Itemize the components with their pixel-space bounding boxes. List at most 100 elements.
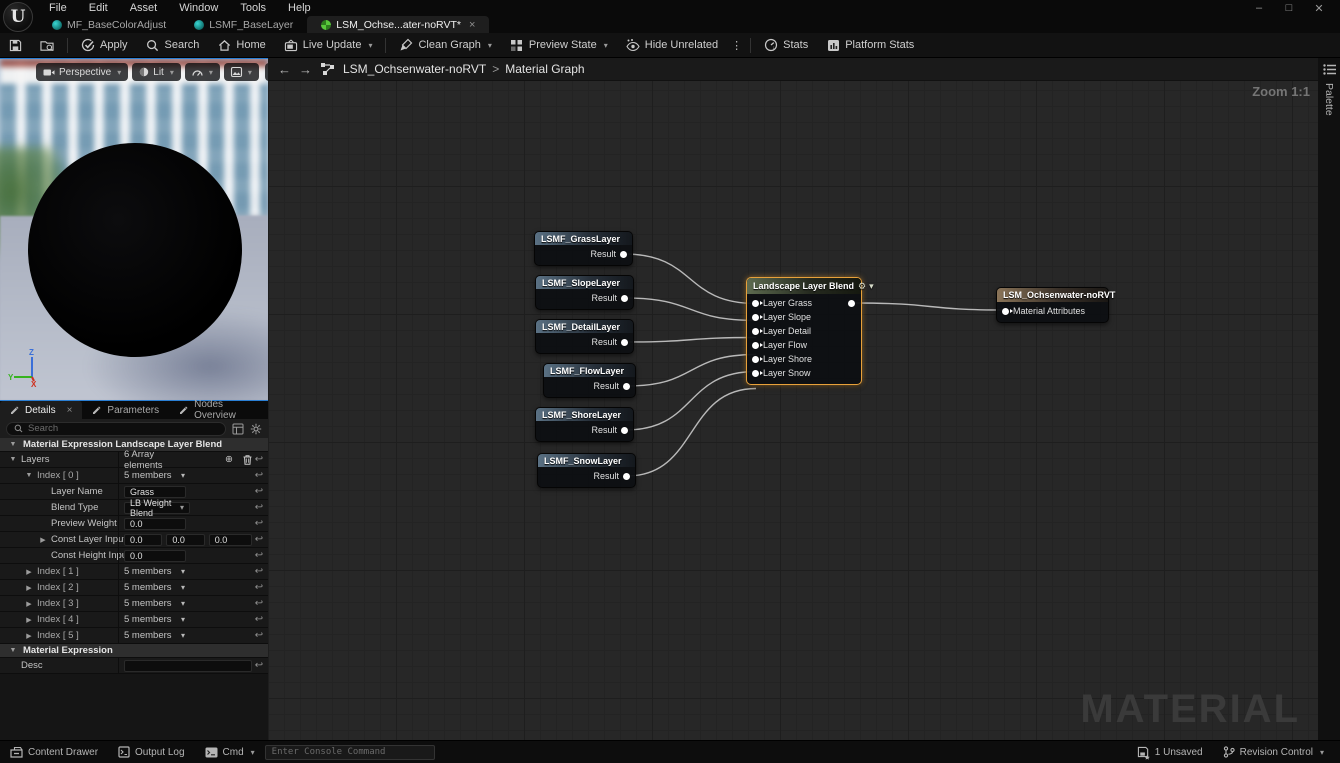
home-button[interactable]: Home xyxy=(208,33,274,58)
revision-control-button[interactable]: Revision Control ▾ xyxy=(1213,741,1340,763)
chevron-down-icon[interactable]: ▾ xyxy=(181,471,185,480)
save-button[interactable] xyxy=(0,33,31,58)
node-collapse-chevron-icon[interactable]: ▾ xyxy=(869,281,874,292)
output-log-button[interactable]: Output Log xyxy=(108,741,194,763)
expander-icon[interactable]: ▶ xyxy=(24,584,34,592)
expander-icon[interactable]: ▶ xyxy=(24,600,34,608)
graph-node-flow[interactable]: LSMF_FlowLayer Result xyxy=(543,363,636,398)
reset-to-default-icon[interactable]: ↩ xyxy=(252,500,266,515)
graph-node-slope[interactable]: LSMF_SlopeLayer Result xyxy=(535,275,634,310)
menu-edit[interactable]: Edit xyxy=(78,1,119,15)
tab-close-icon[interactable]: × xyxy=(469,19,475,31)
input-pin[interactable] xyxy=(752,327,763,335)
reset-to-default-icon[interactable]: ↩ xyxy=(252,532,266,547)
menu-file[interactable]: File xyxy=(38,1,78,15)
reset-to-default-icon[interactable]: ↩ xyxy=(252,548,266,563)
settings-gear-icon[interactable] xyxy=(250,423,262,435)
platform-stats-button[interactable]: Platform Stats xyxy=(817,33,923,58)
graph-node-result[interactable]: LSM_Ochsenwater-noRVT Material Attributes xyxy=(996,287,1115,323)
preview-state-button[interactable]: Preview State ▾ xyxy=(501,33,617,58)
search-button[interactable]: Search xyxy=(137,33,209,58)
expander-icon[interactable]: ▶ xyxy=(24,632,34,640)
reset-to-default-icon[interactable]: ↩ xyxy=(252,580,266,595)
graph-node-blend[interactable]: Landscape Layer Blend ⚙ ▾ Layer Grass Layer … xyxy=(746,277,874,385)
content-drawer-button[interactable]: Content Drawer xyxy=(0,741,108,763)
reset-to-default-icon[interactable]: ↩ xyxy=(252,516,266,531)
asset-tab[interactable]: LSMF_BaseLayer xyxy=(180,16,307,33)
graph-node-shore[interactable]: LSMF_ShoreLayer Result xyxy=(535,407,634,442)
cmd-dropdown[interactable]: Cmd ▾ xyxy=(195,741,265,763)
category-header[interactable]: ▼ Material Expression xyxy=(0,644,268,658)
menu-asset[interactable]: Asset xyxy=(119,1,169,15)
screenshot-dropdown[interactable]: ▾ xyxy=(223,63,259,81)
output-pin[interactable] xyxy=(621,338,628,346)
expander-icon[interactable]: ▶ xyxy=(24,616,34,624)
reset-to-default-icon[interactable]: ↩ xyxy=(252,658,266,673)
vector-component-input[interactable]: 0.0 xyxy=(124,533,163,546)
preview-weight-input[interactable]: 0.0 xyxy=(124,517,186,530)
expander-icon[interactable]: ▶ xyxy=(38,536,48,544)
output-pin[interactable] xyxy=(848,300,855,307)
details-search-input[interactable]: Search xyxy=(6,421,226,436)
close-button[interactable]: ✕ xyxy=(1308,2,1330,15)
stats-button[interactable]: i Stats xyxy=(755,33,817,58)
minimize-button[interactable]: – xyxy=(1248,2,1270,14)
menu-tools[interactable]: Tools xyxy=(229,1,277,15)
browse-asset-button[interactable] xyxy=(31,33,63,58)
graph-node-grass[interactable]: LSMF_GrassLayer Result xyxy=(534,231,633,266)
output-pin[interactable] xyxy=(623,472,630,480)
vector-component-input[interactable]: 0.0 xyxy=(166,533,205,546)
menu-help[interactable]: Help xyxy=(277,1,322,15)
reset-to-default-icon[interactable]: ↩ xyxy=(252,468,266,483)
clean-graph-button[interactable]: Clean Graph ▾ xyxy=(390,33,500,58)
menu-window[interactable]: Window xyxy=(168,1,229,15)
tab-close-icon[interactable]: × xyxy=(67,405,73,416)
chevron-down-icon[interactable]: ▾ xyxy=(181,631,185,640)
nav-back-button[interactable]: ← xyxy=(278,62,291,77)
breadcrumb-page[interactable]: Material Graph xyxy=(505,62,584,76)
reset-to-default-icon[interactable]: ↩ xyxy=(252,564,266,579)
reset-to-default-icon[interactable]: ↩ xyxy=(252,452,266,467)
vector-component-input[interactable]: 0.0 xyxy=(208,533,252,546)
expander-icon[interactable]: ▶ xyxy=(24,568,34,576)
layer-name-input[interactable]: Grass xyxy=(124,485,186,498)
details-tab-nodes-overview[interactable]: Nodes Overview xyxy=(169,399,268,421)
maximize-button[interactable]: □ xyxy=(1278,2,1300,14)
blend-type-select[interactable]: LB Weight Blend ▾ xyxy=(124,498,190,518)
expander-icon[interactable]: ▼ xyxy=(8,456,18,463)
reset-to-default-icon[interactable]: ↩ xyxy=(252,628,266,643)
details-tab-parameters[interactable]: Parameters xyxy=(82,401,169,419)
input-pin[interactable] xyxy=(752,313,763,321)
asset-tab[interactable]: MF_BaseColorAdjust xyxy=(38,16,180,33)
asset-tab[interactable]: LSM_Ochse...ater-noRVT* × xyxy=(307,16,490,33)
breadcrumb-asset[interactable]: LSM_Ochsenwater-noRVT xyxy=(343,62,486,76)
hide-unrelated-options-button[interactable]: ⋮ xyxy=(727,39,746,52)
chevron-down-icon[interactable]: ▾ xyxy=(181,567,185,576)
input-pin[interactable] xyxy=(752,299,763,307)
reset-to-default-icon[interactable]: ↩ xyxy=(252,596,266,611)
nav-forward-button[interactable]: → xyxy=(299,62,312,77)
delete-elements-icon[interactable] xyxy=(243,454,252,465)
input-pin[interactable] xyxy=(752,355,763,363)
hide-unrelated-button[interactable]: Hide Unrelated xyxy=(617,33,727,58)
input-pin[interactable] xyxy=(1002,307,1013,315)
reset-to-default-icon[interactable]: ↩ xyxy=(252,484,266,499)
node-settings-gear-icon[interactable]: ⚙ xyxy=(858,281,866,292)
input-pin[interactable] xyxy=(752,341,763,349)
output-pin[interactable] xyxy=(621,294,628,302)
palette-sidebar-tab[interactable]: Palette xyxy=(1318,58,1340,740)
console-command-input[interactable]: Enter Console Command xyxy=(264,744,435,760)
output-pin[interactable] xyxy=(621,426,628,434)
chevron-down-icon[interactable]: ▾ xyxy=(181,583,185,592)
graph-node-detail[interactable]: LSMF_DetailLayer Result xyxy=(535,319,634,354)
expander-icon[interactable]: ▼ xyxy=(24,472,34,479)
const-height-input-input[interactable]: 0.0 xyxy=(124,549,186,562)
details-tab-details[interactable]: Details × xyxy=(0,401,83,419)
preview-viewport[interactable]: Perspective ▾ Lit ▾ ▾ ▾ Z Y X xyxy=(0,58,268,400)
desc-input[interactable] xyxy=(124,659,252,672)
lit-dropdown[interactable]: Lit ▾ xyxy=(132,63,181,81)
add-element-icon[interactable]: ⊕ xyxy=(225,454,233,465)
unsaved-button[interactable]: 1 Unsaved xyxy=(1127,741,1213,763)
chevron-down-icon[interactable]: ▾ xyxy=(181,615,185,624)
graph-node-snow[interactable]: LSMF_SnowLayer Result xyxy=(537,453,636,488)
